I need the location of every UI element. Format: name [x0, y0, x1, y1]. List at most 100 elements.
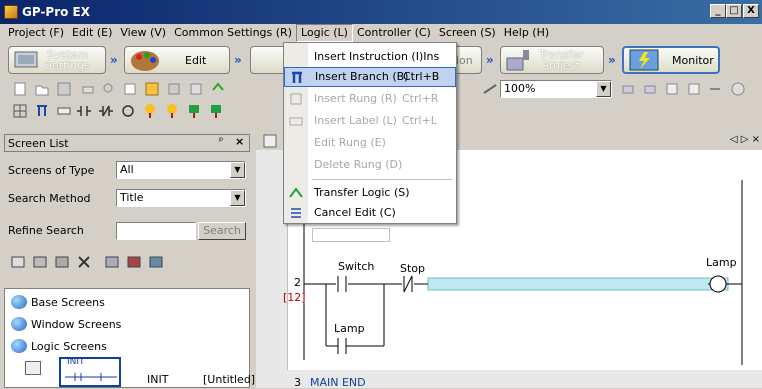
title-bar: GP-Pro EX _ □ X	[0, 0, 762, 24]
monitor-label: Monitor	[672, 53, 714, 67]
menu-item-label: Edit Rung (E)	[314, 136, 386, 149]
transfer-icon	[506, 50, 529, 71]
refine-search-input[interactable]	[116, 222, 196, 240]
switch-contact[interactable]	[337, 276, 347, 292]
copy-icon[interactable]	[144, 81, 160, 97]
zoom-select[interactable]: 100% ▼	[500, 80, 612, 98]
coil-icon[interactable]	[120, 103, 136, 119]
open-screen-icon[interactable]	[32, 254, 48, 270]
search-method-select[interactable]: Title ▼	[116, 189, 246, 207]
system-settings-button[interactable]: System Settings	[8, 46, 106, 74]
lamp-branch-contact[interactable]	[337, 338, 347, 354]
reset-coil-icon[interactable]	[208, 103, 224, 119]
menu-common-settings[interactable]: Common Settings (R)	[170, 24, 296, 42]
menu-screen[interactable]: Screen (S)	[435, 24, 500, 42]
menu-item-cancel-edit[interactable]: Cancel Edit (C)	[284, 203, 456, 223]
refine-search-row: Refine Search	[8, 220, 84, 240]
rising-contact-icon[interactable]	[142, 103, 158, 119]
simulation-button[interactable]: ion	[456, 46, 482, 74]
list-view-icon[interactable]	[104, 254, 120, 270]
grid-icon[interactable]	[12, 103, 28, 119]
preview-icon[interactable]	[100, 81, 116, 97]
menu-view[interactable]: View (V)	[116, 24, 170, 42]
rung-step: [12]	[283, 291, 306, 304]
undo-icon[interactable]	[210, 81, 226, 97]
menu-item-transfer-logic[interactable]: Transfer Logic (S)	[284, 183, 456, 203]
info-icon[interactable]	[730, 81, 746, 97]
tree-item-window-screens[interactable]: Window Screens	[11, 315, 121, 333]
tree-item-logic-screens[interactable]: Logic Screens	[11, 337, 107, 355]
menu-item-insert-branch[interactable]: Insert Branch (B) Ctrl+B	[284, 67, 456, 87]
screens-of-type-select[interactable]: All ▼	[116, 161, 246, 179]
copy-screen-icon[interactable]	[54, 254, 70, 270]
search-button[interactable]: Search	[198, 222, 246, 240]
menu-item-insert-rung[interactable]: Insert Rung (R) Ctrl+R	[284, 89, 456, 109]
system-settings-label: System Settings	[45, 48, 91, 72]
menu-controller[interactable]: Controller (C)	[353, 24, 435, 42]
rung-comment-box[interactable]	[312, 228, 390, 242]
menu-edit[interactable]: Edit (E)	[68, 24, 116, 42]
switch-label: Switch	[338, 260, 375, 273]
transfer-project-button[interactable]: Transfer Project	[500, 46, 604, 74]
ladder-tab-icon[interactable]	[262, 133, 278, 149]
cut-icon[interactable]	[122, 81, 138, 97]
delete-icon[interactable]	[76, 254, 92, 270]
new-file-icon[interactable]	[12, 81, 28, 97]
lamp-coil[interactable]	[709, 275, 727, 293]
close-button[interactable]: X	[743, 4, 759, 18]
screen-list-header: Screen List ᵖ ×	[4, 134, 250, 152]
thumbnail-view-icon[interactable]	[126, 254, 142, 270]
menu-project[interactable]: Project (F)	[4, 24, 68, 42]
insert-label-icon	[289, 117, 303, 126]
search-method-label: Search Method	[8, 191, 91, 205]
tool-icon-a[interactable]	[620, 81, 636, 97]
selected-rung-segment[interactable]	[427, 277, 729, 291]
print-icon[interactable]	[80, 81, 96, 97]
monitor-button[interactable]: Monitor	[622, 46, 720, 74]
menu-item-delete-rung[interactable]: Delete Rung (D)	[284, 155, 456, 175]
screens-of-type-label: Screens of Type	[8, 163, 95, 177]
zoom-icon[interactable]	[482, 81, 498, 97]
refine-search-label: Refine Search	[8, 223, 84, 237]
next-rung-number: 3	[294, 376, 301, 389]
close-icon[interactable]: ×	[235, 135, 244, 148]
falling-contact-icon[interactable]	[164, 103, 180, 119]
init-thumbnail[interactable]: INIT	[59, 357, 121, 387]
chevron-right-icon: »	[486, 53, 494, 67]
menu-item-edit-rung[interactable]: Edit Rung (E)	[284, 133, 456, 153]
set-coil-icon[interactable]	[186, 103, 202, 119]
paste-icon[interactable]	[166, 81, 182, 97]
menu-item-label: Cancel Edit (C)	[314, 206, 396, 219]
open-icon[interactable]	[34, 81, 50, 97]
tab-navigation[interactable]: ◁ ▷ ×	[730, 134, 760, 145]
cancel-edit-icon	[291, 208, 301, 218]
tool-icon-c[interactable]	[664, 81, 680, 97]
pin-icon[interactable]: ᵖ	[219, 136, 223, 147]
clipboard-icon[interactable]	[188, 81, 204, 97]
menu-item-insert-instruction[interactable]: Insert Instruction (I)Ins	[284, 47, 456, 67]
chevron-right-icon: »	[234, 53, 242, 67]
menu-separator	[312, 179, 452, 180]
screen-node-icon	[25, 361, 41, 375]
stop-contact[interactable]	[403, 275, 413, 293]
new-screen-icon[interactable]	[10, 254, 26, 270]
menu-help[interactable]: Help (H)	[500, 24, 553, 42]
branch-icon[interactable]	[34, 103, 50, 119]
properties-icon[interactable]	[148, 254, 164, 270]
key-icon[interactable]	[708, 81, 724, 97]
edit-button[interactable]: Edit	[124, 46, 230, 74]
maximize-button[interactable]: □	[726, 4, 742, 18]
save-icon[interactable]	[56, 81, 72, 97]
tool-icon-b[interactable]	[642, 81, 658, 97]
menu-item-label: Insert Branch (B)	[315, 70, 409, 83]
menu-logic[interactable]: Logic (L)	[296, 24, 353, 42]
menu-item-insert-label[interactable]: Insert Label (L) Ctrl+L	[284, 111, 456, 131]
tree-item-base-screens[interactable]: Base Screens	[11, 293, 105, 311]
rung-icon[interactable]	[56, 103, 72, 119]
menu-item-label: Insert Rung (R)	[314, 92, 397, 105]
contact-no-icon[interactable]	[76, 103, 92, 119]
contact-nc-icon[interactable]	[98, 103, 114, 119]
tool-icon-d[interactable]	[686, 81, 702, 97]
thumbnail-title: [Untitled]	[203, 373, 256, 386]
minimize-button[interactable]: _	[710, 4, 726, 18]
